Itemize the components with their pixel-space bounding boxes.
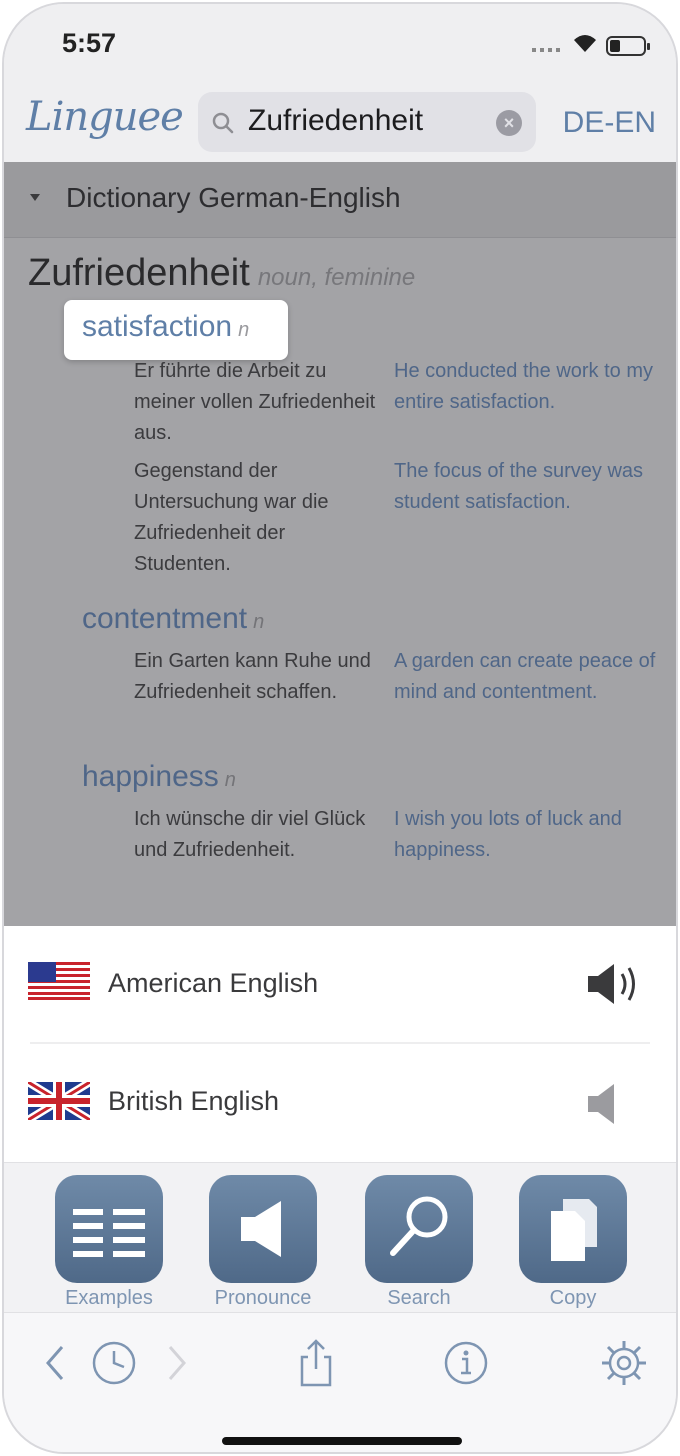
examples-button[interactable]: Examples (54, 1175, 164, 1310)
status-time: 5:57 (62, 28, 117, 58)
pronounce-button[interactable]: Pronounce (208, 1175, 318, 1310)
action-bar: Examples Pronounce Search Copy (4, 1162, 676, 1312)
linguee-logo: Linguee (26, 94, 184, 140)
search-icon (212, 112, 234, 134)
term-text: happiness (82, 760, 219, 793)
phone-frame: 5:57 Linguee Zufriedenheit × DE-EN Dicti… (2, 2, 678, 1454)
translation-term[interactable]: satisfaction n (82, 310, 249, 344)
translation-term[interactable]: contentment n (82, 602, 264, 636)
magnifier-icon (365, 1175, 473, 1283)
part-of-speech: n (224, 769, 236, 791)
search-query[interactable]: Zufriedenheit (248, 104, 423, 138)
home-indicator[interactable] (222, 1437, 462, 1445)
pronunciation-sheet: American English British English (4, 926, 676, 1162)
action-label: Search (387, 1287, 451, 1309)
headword-grammar: noun, feminine (257, 264, 416, 291)
example-german: Gegenstand der Untersuchung war die Zufr… (134, 460, 329, 575)
wifi-icon (574, 35, 596, 52)
copy-icon (519, 1175, 627, 1283)
example-english: A garden can create peace of mind and co… (394, 650, 656, 703)
copy-button[interactable]: Copy (518, 1175, 628, 1310)
action-label: Pronounce (214, 1287, 312, 1309)
signal-icon (532, 48, 564, 52)
term-text: contentment (82, 602, 248, 635)
back-chevron-icon[interactable] (30, 1337, 82, 1389)
pronunciation-label: American English (108, 968, 319, 998)
clear-search-icon[interactable]: × (496, 110, 522, 136)
uk-flag-icon (28, 1082, 90, 1120)
nav-bar: Linguee Zufriedenheit × DE-EN (4, 84, 676, 162)
example-german: Ein Garten kann Ruhe und Zufriedenheit s… (134, 650, 371, 703)
settings-gear-icon[interactable] (598, 1337, 650, 1389)
disclosure-triangle-icon (30, 194, 40, 201)
speaker-icon (209, 1175, 317, 1283)
example-english: The focus of the survey was student sati… (394, 460, 644, 513)
headword-text: Zufriedenheit (28, 252, 250, 294)
forward-chevron-icon[interactable] (150, 1337, 202, 1389)
dictionary-content: Dictionary German-English Zufriedenheit n… (4, 162, 676, 926)
status-bar: 5:57 (4, 4, 676, 84)
part-of-speech: n (238, 319, 250, 341)
list-icon (55, 1175, 163, 1283)
share-icon[interactable] (290, 1337, 342, 1389)
pronunciation-row-british[interactable]: British English (4, 1044, 676, 1162)
action-label: Examples (65, 1287, 153, 1309)
bottom-toolbar (4, 1312, 676, 1452)
section-title: Dictionary German-English (66, 182, 401, 213)
example-german: Er führte die Arbeit zu meiner vollen Zu… (134, 360, 376, 444)
part-of-speech: n (253, 611, 265, 633)
search-button[interactable]: Search (364, 1175, 474, 1310)
battery-icon (606, 36, 650, 56)
translation-term[interactable]: happiness n (82, 760, 236, 794)
example-english: I wish you lots of luck and happiness. (394, 808, 622, 861)
speaker-icon[interactable] (586, 962, 642, 1006)
example-german: Ich wünsche dir viel Glück und Zufrieden… (134, 808, 366, 861)
search-field[interactable]: Zufriedenheit × (198, 92, 536, 152)
pronunciation-label: British English (108, 1086, 280, 1116)
headword: Zufriedenheit noun, feminine (28, 252, 415, 295)
term-text: satisfaction (82, 310, 233, 343)
section-header[interactable]: Dictionary German-English (4, 162, 676, 238)
info-icon[interactable] (440, 1337, 492, 1389)
speaker-icon[interactable] (586, 1082, 642, 1126)
example-english: He conducted the work to my entire satis… (394, 360, 654, 413)
us-flag-icon (28, 962, 90, 1000)
language-pair-button[interactable]: DE-EN (563, 106, 656, 140)
action-label: Copy (549, 1287, 597, 1309)
selected-translation[interactable]: satisfaction n (64, 300, 288, 360)
pronunciation-row-american[interactable]: American English (4, 926, 676, 1044)
history-clock-icon[interactable] (88, 1337, 140, 1389)
